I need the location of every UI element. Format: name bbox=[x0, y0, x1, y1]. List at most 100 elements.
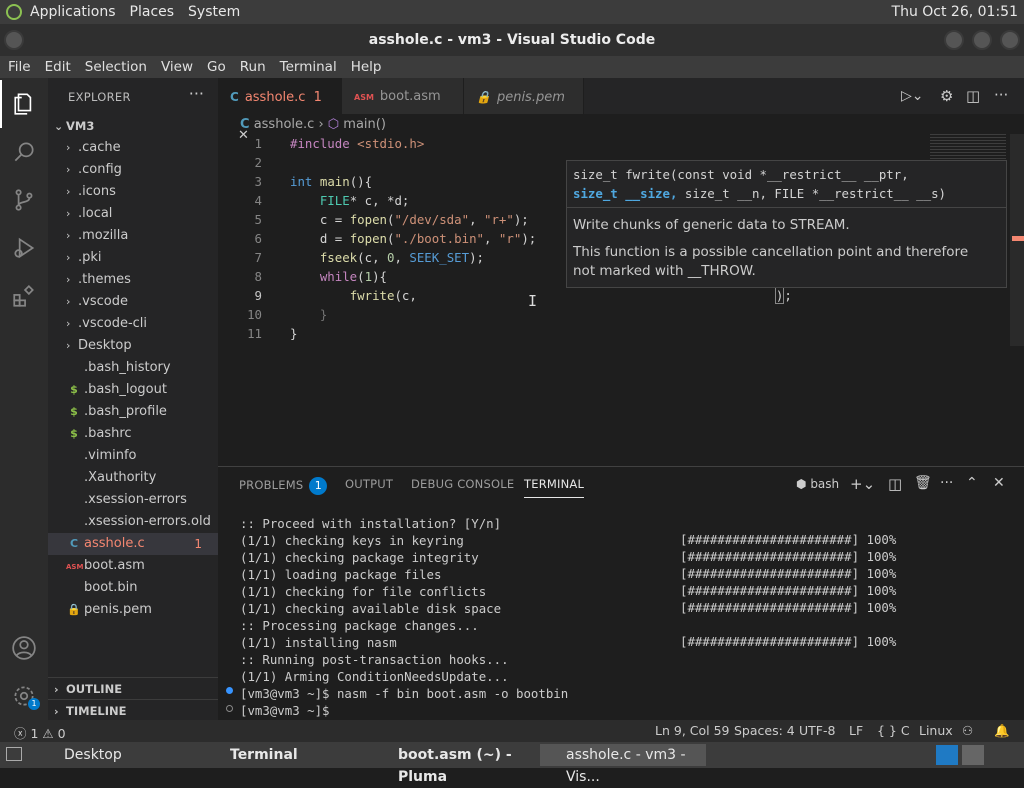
show-desktop-icon[interactable] bbox=[6, 747, 22, 761]
tree-file[interactable]: ASMboot.asm bbox=[48, 555, 218, 577]
code-line-6[interactable]: d = fopen("./boot.bin", "r"); bbox=[290, 231, 536, 246]
run-debug-icon[interactable] bbox=[0, 224, 48, 272]
status-language[interactable]: { } C bbox=[877, 723, 910, 738]
code-line-5[interactable]: c = fopen("/dev/sda", "r+"); bbox=[290, 212, 529, 227]
tree-file[interactable]: $ .bash_profile bbox=[48, 401, 218, 423]
code-line-1[interactable]: #include <stdio.h> bbox=[290, 136, 424, 151]
more-actions-icon[interactable]: ··· bbox=[994, 86, 1008, 104]
more-actions-icon[interactable]: ··· bbox=[189, 84, 204, 103]
status-platform[interactable]: Linux bbox=[919, 723, 953, 738]
tree-folder[interactable]: › .vscode-cli bbox=[48, 313, 218, 335]
tree-folder[interactable]: › .icons bbox=[48, 181, 218, 203]
tab-asshole-c[interactable]: Casshole.c 1 ✕ bbox=[218, 78, 342, 143]
tab-output[interactable]: OUTPUT bbox=[345, 477, 393, 491]
applications-menu[interactable]: Applications bbox=[30, 4, 116, 20]
extensions-icon[interactable] bbox=[0, 272, 48, 320]
more-actions-icon[interactable]: ··· bbox=[940, 475, 953, 491]
menu-file[interactable]: File bbox=[0, 59, 37, 75]
menu-view[interactable]: View bbox=[153, 59, 199, 75]
workspace-switcher-2[interactable] bbox=[962, 745, 984, 765]
trash-icon[interactable]: 🗑 bbox=[914, 475, 932, 491]
tree-folder[interactable]: › .pki bbox=[48, 247, 218, 269]
task-vscode[interactable]: asshole.c - vm3 - Vis... bbox=[540, 744, 706, 785]
status-cursor-position[interactable]: Ln 9, Col 59 bbox=[655, 723, 730, 738]
tree-folder[interactable]: › Desktop bbox=[48, 335, 218, 357]
workspace-switcher[interactable] bbox=[936, 745, 958, 765]
clock[interactable]: Thu Oct 26, 01:51 bbox=[892, 4, 1018, 20]
tab-penis-pem[interactable]: 🔒 penis.pem bbox=[464, 78, 584, 114]
search-icon[interactable] bbox=[0, 128, 48, 176]
window-menu-icon[interactable] bbox=[4, 30, 24, 50]
menu-edit[interactable]: Edit bbox=[37, 59, 77, 75]
tab-problems[interactable]: PROBLEMS 1 bbox=[239, 477, 328, 495]
tab-debug-console[interactable]: DEBUG CONSOLE bbox=[411, 477, 514, 491]
terminal-shell-selector[interactable]: ⬢ bash bbox=[796, 477, 839, 491]
minimize-button[interactable] bbox=[944, 30, 964, 50]
status-encoding[interactable]: UTF-8 bbox=[799, 723, 835, 738]
tab-boot-asm[interactable]: ASM boot.asm bbox=[342, 78, 464, 114]
tree-file[interactable]: .xsession-errors.old bbox=[48, 511, 218, 533]
tree-file[interactable]: .bash_history bbox=[48, 357, 218, 379]
timeline-section[interactable]: › TIMELINE bbox=[48, 699, 218, 721]
workspace-root[interactable]: ⌄ VM3 bbox=[48, 115, 218, 137]
breadcrumb-symbol[interactable]: main() bbox=[343, 117, 386, 132]
run-file-icon[interactable]: ▷⌄ bbox=[901, 88, 924, 104]
tree-folder[interactable]: › .cache bbox=[48, 137, 218, 159]
tree-folder[interactable]: › .themes bbox=[48, 269, 218, 291]
split-terminal-icon[interactable]: ◫ bbox=[888, 475, 902, 493]
terminal-output[interactable]: :: Proceed with installation? [Y/n] (1/1… bbox=[240, 515, 568, 719]
system-menu[interactable]: System bbox=[188, 4, 240, 20]
feedback-icon[interactable]: ⚇ bbox=[962, 723, 973, 738]
tree-file[interactable]: .viminfo bbox=[48, 445, 218, 467]
tree-folder[interactable]: › .config bbox=[48, 159, 218, 181]
notifications-bell-icon[interactable]: 🔔 bbox=[994, 723, 1010, 739]
gnome-menu-icon[interactable] bbox=[6, 4, 22, 20]
tab-terminal[interactable]: TERMINAL bbox=[524, 477, 585, 498]
status-indentation[interactable]: Spaces: 4 bbox=[734, 723, 795, 738]
settings-gear-icon[interactable]: 1 bbox=[0, 672, 48, 720]
menu-selection[interactable]: Selection bbox=[77, 59, 153, 75]
tree-file[interactable]: $ .bashrc bbox=[48, 423, 218, 445]
maximize-panel-icon[interactable]: ⌃ bbox=[966, 475, 978, 491]
tree-file[interactable]: Casshole.c 1 bbox=[48, 533, 218, 555]
account-icon[interactable] bbox=[0, 624, 48, 672]
c-file-icon: C bbox=[69, 537, 79, 550]
menu-terminal[interactable]: Terminal bbox=[272, 59, 343, 75]
menu-help[interactable]: Help bbox=[343, 59, 388, 75]
c-file-icon: C bbox=[240, 117, 250, 132]
explorer-icon[interactable] bbox=[0, 80, 48, 128]
window-title-bar[interactable]: asshole.c - vm3 - Visual Studio Code bbox=[0, 24, 1024, 56]
tree-file[interactable]: .xsession-errors bbox=[48, 489, 218, 511]
task-pluma[interactable]: boot.asm (~) - Pluma bbox=[372, 744, 534, 785]
tree-file[interactable]: boot.bin bbox=[48, 577, 218, 599]
breadcrumb-file[interactable]: asshole.c bbox=[254, 117, 315, 132]
close-window-button[interactable] bbox=[1000, 30, 1020, 50]
code-line-7[interactable]: fseek(c, 0, SEEK_SET); bbox=[290, 250, 484, 265]
task-terminal[interactable]: Terminal bbox=[204, 744, 364, 766]
menu-run[interactable]: Run bbox=[232, 59, 272, 75]
gear-icon[interactable]: ⚙ bbox=[940, 87, 953, 105]
code-line-9[interactable]: fwrite(c, ); bbox=[290, 287, 792, 304]
close-panel-icon[interactable]: ✕ bbox=[993, 475, 1005, 491]
tree-folder[interactable]: › .mozilla bbox=[48, 225, 218, 247]
places-menu[interactable]: Places bbox=[130, 4, 175, 20]
split-editor-icon[interactable]: ◫ bbox=[966, 87, 980, 105]
menu-go[interactable]: Go bbox=[199, 59, 232, 75]
tree-file[interactable]: $ .bash_logout bbox=[48, 379, 218, 401]
code-line-11[interactable]: } bbox=[290, 326, 297, 341]
maximize-button[interactable] bbox=[972, 30, 992, 50]
tree-file[interactable]: .Xauthority bbox=[48, 467, 218, 489]
code-line-8[interactable]: while(1){ bbox=[290, 269, 387, 284]
code-line-10[interactable]: } bbox=[290, 307, 327, 322]
status-eol[interactable]: LF bbox=[849, 723, 863, 738]
status-problems[interactable]: ⓧ 1 ⚠ 0 bbox=[14, 723, 66, 742]
source-control-icon[interactable] bbox=[0, 176, 48, 224]
code-line-3[interactable]: int main(){ bbox=[290, 174, 372, 189]
tree-folder[interactable]: › .local bbox=[48, 203, 218, 225]
tree-folder[interactable]: › .vscode bbox=[48, 291, 218, 313]
code-line-4[interactable]: FILE* c, *d; bbox=[290, 193, 410, 208]
new-terminal-icon[interactable]: +⌄ bbox=[850, 475, 875, 493]
outline-section[interactable]: › OUTLINE bbox=[48, 677, 218, 699]
tree-file[interactable]: 🔒 penis.pem bbox=[48, 599, 218, 621]
task-desktop[interactable]: Desktop bbox=[38, 744, 198, 766]
